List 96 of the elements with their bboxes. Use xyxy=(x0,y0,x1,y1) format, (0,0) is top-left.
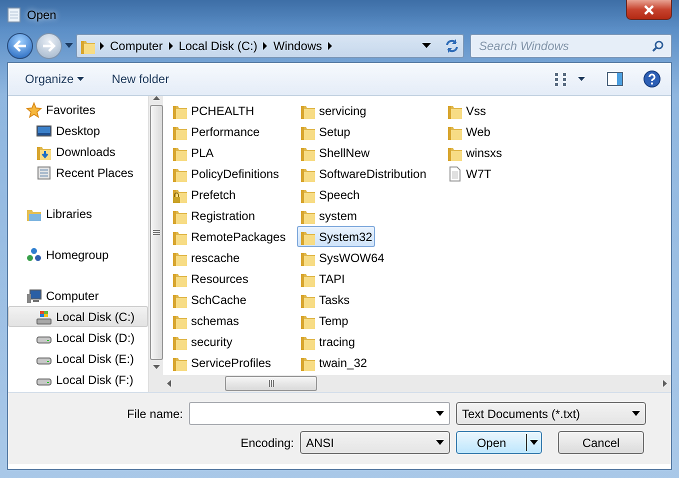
dropdown-icon xyxy=(436,411,444,416)
back-arrow-icon xyxy=(13,40,27,52)
desktop-icon xyxy=(36,122,52,138)
field-label: File name: xyxy=(126,406,184,422)
scroll-left-icon xyxy=(167,380,171,387)
system-drive-icon xyxy=(36,308,52,324)
folder-icon xyxy=(80,38,96,54)
navigation-item[interactable]: Downloads xyxy=(8,141,148,162)
back-button[interactable] xyxy=(7,33,33,59)
chevron-icon xyxy=(99,42,105,50)
file-item[interactable]: SoftwareDistribution xyxy=(297,163,430,184)
file-item[interactable]: schemas xyxy=(169,310,242,331)
file-item[interactable]: Temp xyxy=(297,310,352,331)
file-item[interactable]: SysWOW64 xyxy=(297,247,388,268)
file-item[interactable]: PCHEALTH xyxy=(169,100,258,121)
breadcrumb-item[interactable]: Computer xyxy=(108,37,165,55)
homegroup-icon xyxy=(26,246,42,262)
file-item[interactable]: Speech xyxy=(297,184,363,205)
document-icon xyxy=(447,166,463,182)
navigation-item[interactable]: Desktop xyxy=(8,120,148,141)
file-item[interactable]: system xyxy=(297,205,360,226)
grip-icon xyxy=(268,380,274,387)
close-button[interactable] xyxy=(626,0,672,20)
caret-icon xyxy=(65,43,73,49)
file-item[interactable]: Resources xyxy=(169,268,252,289)
new-folder-button[interactable]: New folder xyxy=(106,68,174,90)
address-bar[interactable]: Computer Local Disk (C:) Windows xyxy=(76,34,464,58)
file-item[interactable]: Tasks xyxy=(297,289,353,310)
dropdown-icon xyxy=(422,43,431,49)
forward-arrow-icon xyxy=(42,40,56,52)
search-icon xyxy=(652,40,664,52)
file-item[interactable]: TAPI xyxy=(297,268,348,289)
drive-icon xyxy=(36,336,52,344)
preview-pane-icon xyxy=(607,72,623,86)
file-item[interactable]: PLA xyxy=(169,142,217,163)
dropdown-icon xyxy=(632,411,640,416)
scroll-right-icon xyxy=(663,380,667,387)
navigation-item[interactable]: Favorites xyxy=(8,99,148,120)
breadcrumb-item[interactable]: Local Disk (C:) xyxy=(176,37,260,55)
file-item[interactable]: rescache xyxy=(169,247,243,268)
file-item[interactable]: Prefetch xyxy=(169,184,239,205)
file-item[interactable]: W7T xyxy=(444,163,494,184)
navigation-item[interactable]: Computer xyxy=(8,285,148,306)
file-item[interactable]: SchCache xyxy=(169,289,250,310)
scroll-down-icon xyxy=(152,365,160,369)
file-item[interactable]: Performance xyxy=(169,121,263,142)
navigation-item[interactable]: Libraries xyxy=(8,203,148,224)
field-label: Encoding: xyxy=(240,434,295,452)
scrollbar-thumb[interactable] xyxy=(225,376,317,391)
caret-icon xyxy=(578,77,585,81)
file-item[interactable]: tracing xyxy=(297,331,358,352)
file-type-dropdown[interactable]: Text Documents (*.txt) xyxy=(456,402,646,425)
file-name-field[interactable] xyxy=(189,402,450,425)
drive-icon xyxy=(36,356,52,364)
search-field[interactable]: Search Windows xyxy=(470,34,672,58)
file-item[interactable]: PolicyDefinitions xyxy=(169,163,282,184)
navigation-item[interactable]: Local Disk (C:) xyxy=(8,306,148,327)
help-icon xyxy=(643,70,661,88)
navigation-item[interactable]: Local Disk (D:) xyxy=(8,327,148,348)
caret-icon xyxy=(76,77,84,81)
navigation-item[interactable]: Homegroup xyxy=(8,244,148,265)
breadcrumb-item[interactable]: Windows xyxy=(271,37,324,55)
navigation-item[interactable]: Recent Places xyxy=(8,162,148,183)
refresh-icon[interactable] xyxy=(444,38,460,54)
chevron-icon xyxy=(262,42,268,50)
drive-icon xyxy=(36,378,52,386)
open-button[interactable]: Open xyxy=(456,431,542,454)
chevron-icon xyxy=(327,42,334,50)
file-item[interactable]: twain_32 xyxy=(297,352,370,373)
organize-menu[interactable]: Organize xyxy=(20,68,89,90)
file-item[interactable]: RemotePackages xyxy=(169,226,289,247)
file-item[interactable]: Setup xyxy=(297,121,354,142)
cancel-button[interactable]: Cancel xyxy=(558,431,644,454)
file-item[interactable]: security xyxy=(169,331,236,352)
dropdown-icon xyxy=(530,440,538,445)
file-item[interactable]: Registration xyxy=(169,205,258,226)
scrollbar-thumb[interactable] xyxy=(150,105,162,360)
file-item[interactable]: ServiceProfiles xyxy=(169,352,274,373)
dropdown-icon xyxy=(436,440,444,445)
file-item[interactable]: ShellNew xyxy=(297,142,373,163)
file-item[interactable]: Vss xyxy=(444,100,490,121)
notepad-icon xyxy=(7,7,21,23)
chevron-icon xyxy=(168,42,174,50)
file-item[interactable]: winsxs xyxy=(444,142,506,163)
navigation-item[interactable]: Local Disk (E:) xyxy=(8,348,148,369)
close-icon xyxy=(643,5,655,16)
encoding-dropdown[interactable]: ANSI xyxy=(300,431,450,454)
file-item[interactable]: Web xyxy=(444,121,494,142)
file-item[interactable]: System32 xyxy=(297,226,376,247)
window-title: Open xyxy=(27,7,56,24)
grip-icon xyxy=(152,230,160,235)
star-icon xyxy=(26,102,42,118)
file-item[interactable]: servicing xyxy=(297,100,370,121)
recent-places-icon xyxy=(36,164,52,180)
computer-icon xyxy=(26,288,42,304)
navigation-item[interactable]: Local Disk (F:) xyxy=(8,369,148,390)
